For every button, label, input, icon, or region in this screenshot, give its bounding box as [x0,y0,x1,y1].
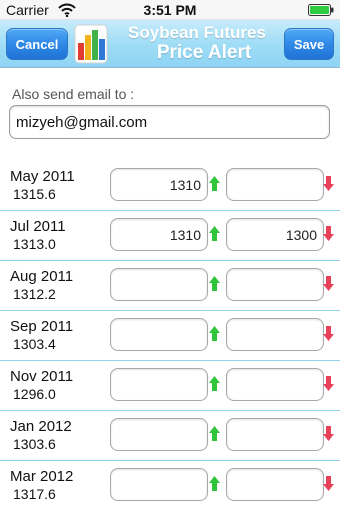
arrow-down-icon [323,476,334,491]
contract-month: Nov 2011 [10,368,74,385]
high-alert-field[interactable] [110,468,208,501]
arrow-up-icon [209,476,220,491]
contract-price: 1303.4 [13,336,56,352]
contract-month: Aug 2011 [10,268,74,285]
low-alert-field[interactable] [226,268,324,301]
futures-row: Sep 2011 1303.4 [0,309,340,361]
arrow-up-icon [209,426,220,441]
bar-chart-logo-icon [74,24,108,64]
arrow-up-icon [209,376,220,391]
high-alert-field[interactable] [110,218,208,251]
low-alert-field[interactable] [226,168,324,201]
high-alert-field[interactable] [110,418,208,451]
low-alert-field[interactable] [226,218,324,251]
contract-price: 1296.0 [13,386,56,402]
contract-month: Sep 2011 [10,318,74,335]
futures-row: Jul 2011 1313.0 [0,209,340,261]
contract-month: Mar 2012 [10,468,74,485]
arrow-down-icon [323,426,334,441]
contract-price: 1312.2 [13,286,56,302]
navigation-bar: Cancel Soybean Futures Price Alert Save [0,20,340,68]
contract-price: 1303.6 [13,436,56,452]
arrow-down-icon [323,326,334,341]
low-alert-field[interactable] [226,368,324,401]
arrow-down-icon [323,376,334,391]
futures-row: Aug 2011 1312.2 [0,259,340,311]
low-alert-field[interactable] [226,318,324,351]
futures-row: Mar 2012 1317.6 [0,459,340,510]
low-alert-field[interactable] [226,468,324,501]
contract-price: 1317.6 [13,486,56,502]
arrow-up-icon [209,276,220,291]
cancel-button[interactable]: Cancel [6,28,68,60]
arrow-down-icon [323,226,334,241]
contract-month: May 2011 [10,168,75,185]
page-title: Soybean Futures Price Alert [112,23,282,63]
arrow-up-icon [209,326,220,341]
contract-month: Jul 2011 [10,218,66,235]
status-bar: Carrier 3:51 PM [0,0,340,20]
battery-icon [308,4,334,16]
high-alert-field[interactable] [110,368,208,401]
price-alert-screen: Carrier 3:51 PM Cancel Soybean Futures P… [0,0,340,510]
arrow-up-icon [209,226,220,241]
contract-price: 1315.6 [13,186,56,202]
arrow-down-icon [323,176,334,191]
high-alert-field[interactable] [110,268,208,301]
contract-month: Jan 2012 [10,418,72,435]
status-time: 3:51 PM [143,2,197,18]
futures-row: Nov 2011 1296.0 [0,359,340,411]
email-field[interactable] [9,105,330,139]
high-alert-field[interactable] [110,318,208,351]
title-line-1: Soybean Futures [128,23,266,42]
arrow-up-icon [209,176,220,191]
high-alert-field[interactable] [110,168,208,201]
title-line-2: Price Alert [156,42,252,63]
futures-row: May 2011 1315.6 [0,159,340,211]
save-button[interactable]: Save [284,28,334,60]
futures-row: Jan 2012 1303.6 [0,409,340,461]
email-label: Also send email to : [12,86,135,102]
contract-price: 1313.0 [13,236,56,252]
arrow-down-icon [323,276,334,291]
low-alert-field[interactable] [226,418,324,451]
